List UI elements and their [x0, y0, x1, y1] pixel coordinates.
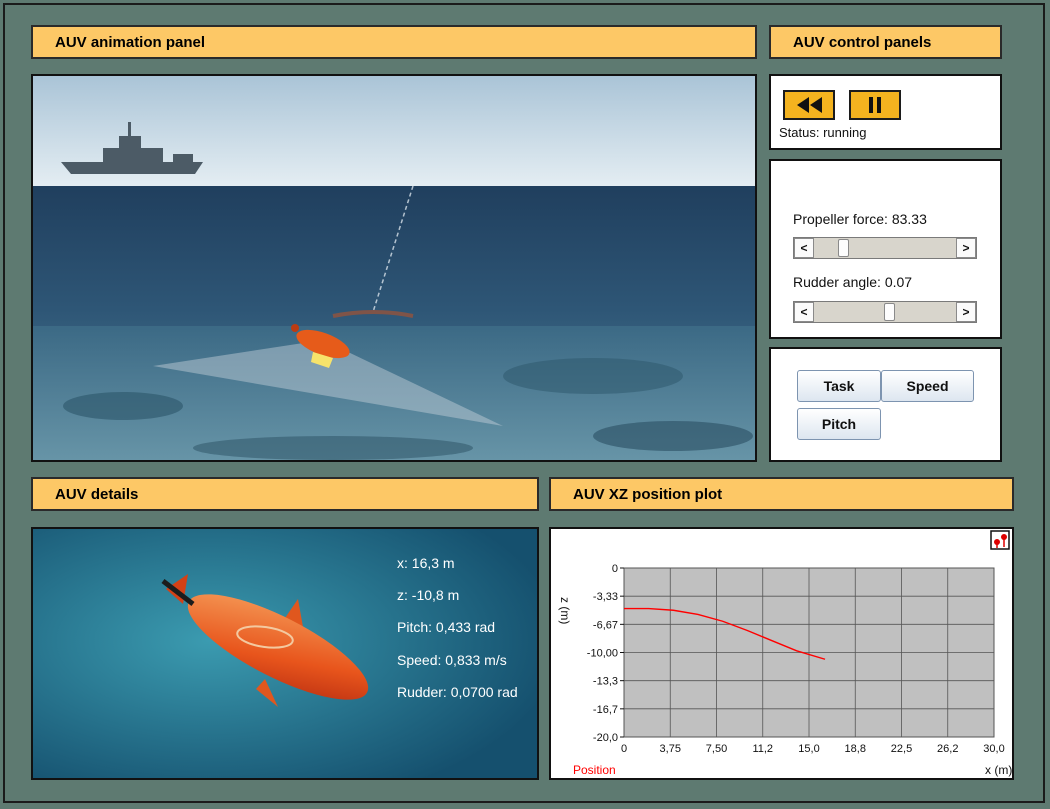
rudder-slider-thumb[interactable]: [884, 303, 896, 321]
propeller-slider-thumb[interactable]: [837, 239, 849, 257]
x-tick-label: 30,0: [983, 743, 1004, 755]
detail-z: z: -10,8 m: [397, 587, 460, 603]
rudder-angle-slider[interactable]: < >: [793, 301, 977, 323]
rudder-angle-label: Rudder angle: 0.07: [793, 274, 913, 290]
animation-panel-header: AUV animation panel: [31, 25, 757, 59]
y-axis-label: z (m): [558, 597, 572, 624]
xz-position-plot: 0 3,75 7,50 11,2 15,0 18,8 22,5 26,2 30,0 0 -3,33 -…: [549, 527, 1014, 780]
y-tick-label: -13,3: [593, 676, 618, 688]
x-tick-label: 11,2: [752, 743, 773, 755]
pitch-button[interactable]: Pitch: [797, 408, 881, 440]
x-tick-label: 3,75: [660, 743, 681, 755]
x-tick-label: 7,50: [706, 743, 727, 755]
control-panels-title: AUV control panels: [793, 34, 932, 51]
y-tick-label: -20,0: [593, 732, 618, 744]
details-header: AUV details: [31, 477, 539, 511]
animation-view: [31, 74, 757, 462]
task-button[interactable]: Task: [797, 370, 881, 402]
propeller-decrease-arrow[interactable]: <: [794, 238, 814, 258]
auv-details-panel: x: 16,3 m z: -10,8 m Pitch: 0,433 rad Sp…: [31, 527, 539, 780]
y-tick-label: -6,67: [593, 619, 618, 631]
detail-x: x: 16,3 m: [397, 555, 455, 571]
propeller-force-label: Propeller force: 83.33: [793, 211, 927, 227]
y-tick-label: -16,7: [593, 704, 618, 716]
control-panels-header: AUV control panels: [769, 25, 1002, 59]
detail-rudder: Rudder: 0,0700 rad: [397, 684, 518, 700]
rudder-decrease-arrow[interactable]: <: [794, 302, 814, 322]
playback-panel: Status: running: [769, 74, 1002, 150]
x-tick-label: 15,0: [798, 743, 819, 755]
animation-panel-title: AUV animation panel: [55, 34, 206, 51]
pause-button[interactable]: [849, 90, 901, 120]
x-axis-label: x (m): [985, 763, 1012, 777]
speed-button[interactable]: Speed: [881, 370, 974, 402]
details-title: AUV details: [55, 486, 139, 503]
y-tick-label: 0: [612, 563, 618, 575]
detail-speed: Speed: 0,833 m/s: [397, 652, 507, 668]
plot-canvas: 0 3,75 7,50 11,2 15,0 18,8 22,5 26,2 30,0 0 -3,33 -…: [558, 530, 1012, 777]
propeller-increase-arrow[interactable]: >: [956, 238, 976, 258]
y-tick-label: -10,00: [587, 648, 618, 660]
detail-pitch: Pitch: 0,433 rad: [397, 619, 496, 635]
x-tick-label: 26,2: [937, 743, 958, 755]
pause-icon: [869, 97, 881, 113]
plot-grid: [623, 567, 995, 738]
x-tick-label: 0: [621, 743, 627, 755]
plot-title: AUV XZ position plot: [573, 486, 723, 503]
propeller-force-slider[interactable]: < >: [793, 237, 977, 259]
y-tick-label: -3,33: [593, 591, 618, 603]
pin-icon[interactable]: [990, 530, 1010, 550]
underwater-scene: [33, 76, 755, 460]
rewind-button[interactable]: [783, 90, 835, 120]
rewind-icon: [797, 97, 822, 113]
plot-header: AUV XZ position plot: [549, 477, 1014, 511]
modes-panel: Task Speed Pitch: [769, 347, 1002, 462]
x-tick-label: 22,5: [891, 743, 912, 755]
status-text: Status: running: [779, 125, 867, 140]
x-tick-label: 18,8: [845, 743, 866, 755]
sliders-panel: Propeller force: 83.33 < > Rudder angle:…: [769, 159, 1002, 339]
rudder-increase-arrow[interactable]: >: [956, 302, 976, 322]
legend-position: Position: [573, 763, 616, 777]
